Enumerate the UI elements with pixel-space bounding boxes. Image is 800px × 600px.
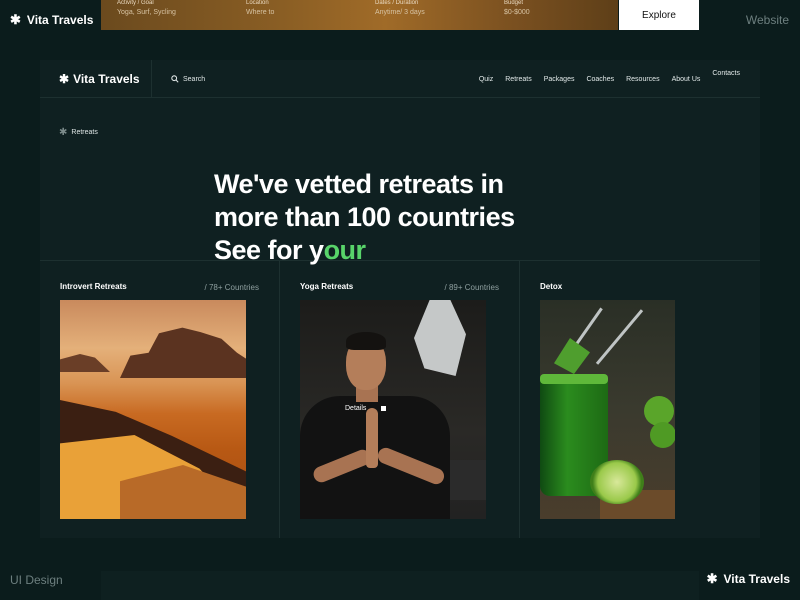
booking-field-value: $0-$000 [504,9,530,16]
booking-field-value: Yoga, Surf, Sycling [117,9,176,16]
booking-field-label: Budget [504,0,524,6]
nav-link-contacts[interactable]: Contacts [712,70,740,77]
search-icon [171,75,179,83]
explore-button[interactable]: Explore [619,0,699,30]
asterisk-logo-icon: ✱ [706,571,718,586]
lime-slice [590,460,644,504]
details-label: Details [345,405,367,412]
square-cursor-icon [381,406,387,411]
juice-foam [540,374,608,384]
nav-logo[interactable]: ✱ Vita Travels [59,72,140,86]
nav-logo-label: Vita Travels [73,72,140,86]
desert-rock-small [60,354,110,372]
breadcrumb-label: Retreats [71,129,98,136]
frame-brand-label: Vita Travels [26,13,94,27]
mint-leaf [554,338,590,374]
frame-logo-top: ✱ Vita Travels [10,12,93,28]
nav-link-retreats[interactable]: Retreats [505,76,531,83]
nav-link-about-us[interactable]: About Us [672,76,701,83]
website-preview-card: ✱ Vita Travels Search Quiz Retreats Pack… [40,60,760,538]
frame-website-label: Website [745,13,789,27]
asterisk-logo-icon: ✱ [10,12,21,27]
hero-headline: We've vetted retreats in more than 100 c… [214,168,515,267]
yoga-photo[interactable]: Details [300,300,486,519]
nav-link-resources[interactable]: Resources [626,76,659,83]
category-title: Yoga Retreats [300,282,354,291]
category-title: Introvert Retreats [60,282,127,291]
nav-links: Quiz Retreats Packages Coaches Resources… [479,60,740,98]
breadcrumb[interactable]: ✱ Retreats [59,127,98,138]
nav-divider [151,60,152,98]
hero-section: ✱ Retreats We've vetted retreats in more… [40,98,760,265]
search-label: Search [183,75,206,83]
booking-field-label: Dates / Duration [375,0,419,6]
category-count: / 89+ Countries [444,283,499,292]
booking-field-activity[interactable]: Activity / Goal Yoga, Surf, Sycling [101,0,230,30]
booking-field-dates[interactable]: Dates / Duration Anytime/ 3 days [359,0,488,30]
tong [595,309,644,365]
booking-field-location[interactable]: Location Where to [230,0,359,30]
person-hair [346,332,386,350]
hanging-cloth [414,300,466,376]
detox-photo[interactable] [540,300,675,519]
nav-link-quiz[interactable]: Quiz [479,76,493,83]
frame-brand-label: Vita Travels [723,572,791,586]
search-button[interactable]: Search [171,75,205,83]
category-count: / 78+ Countries [204,283,259,292]
headline-line-1: We've vetted retreats in [214,169,504,199]
details-cursor-overlay[interactable]: Details [345,405,387,412]
frame-logo-bottom: ✱ Vita Travels [707,571,790,587]
category-grid: Introvert Retreats / 78+ Countries Yoga … [40,261,760,538]
nav-link-coaches[interactable]: Coaches [586,76,614,83]
asterisk-logo-icon: ✱ [59,72,70,86]
person-hands [366,408,378,468]
desert-rock [120,327,246,378]
booking-field-budget[interactable]: Budget $0-$000 [488,0,617,30]
bench [450,460,486,500]
nav-link-packages[interactable]: Packages [544,76,575,83]
booking-field-label: Activity / Goal [117,0,154,6]
category-title: Detox [540,282,563,291]
headline-line-2: more than 100 countries [214,202,515,232]
asterisk-icon: ✱ [59,127,68,138]
category-card-detox[interactable]: Detox [520,261,760,538]
category-card-yoga[interactable]: Yoga Retreats / 89+ Countries Details [280,261,520,538]
booking-field-value: Anytime/ 3 days [375,9,425,16]
booking-field-value: Where to [246,9,275,16]
booking-field-label: Location [246,0,269,6]
booking-bar: Activity / Goal Yoga, Surf, Sycling Loca… [101,0,618,30]
bottom-preview-strip [101,571,699,600]
top-nav: ✱ Vita Travels Search Quiz Retreats Pack… [40,60,760,98]
frame-ui-design-label: UI Design [10,573,63,587]
category-card-introvert[interactable]: Introvert Retreats / 78+ Countries [40,261,280,538]
lime [650,422,675,448]
desert-photo[interactable] [60,300,246,519]
